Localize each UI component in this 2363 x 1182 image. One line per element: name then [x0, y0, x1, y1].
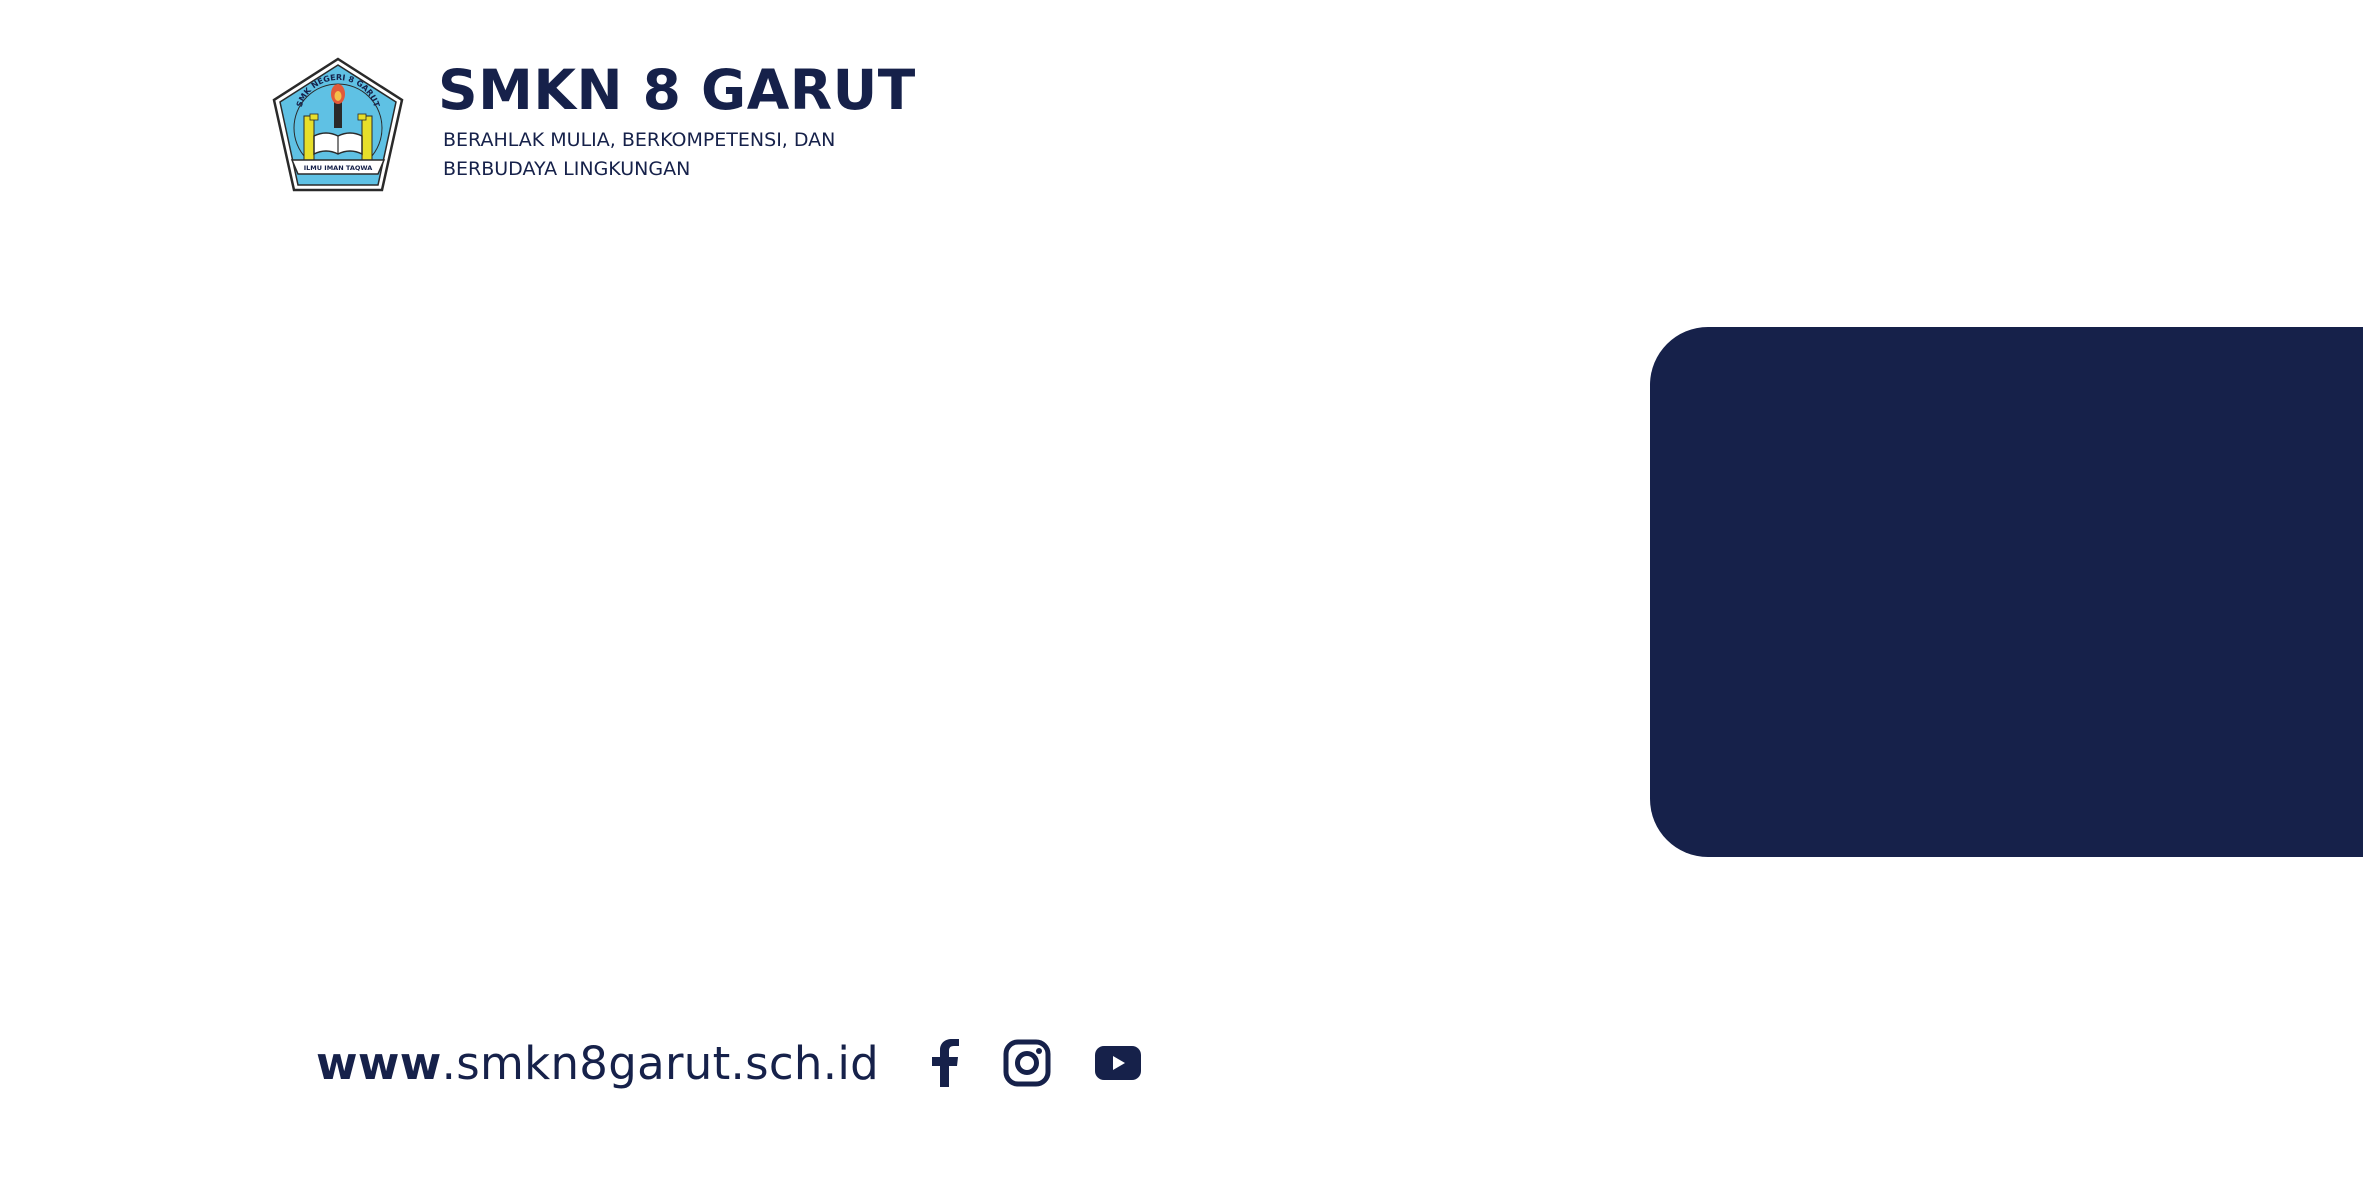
- school-logo-icon: SMK NEGERI 8 GARUT ILMU IMAN TAQWA: [272, 57, 404, 192]
- website-prefix: www: [316, 1036, 442, 1090]
- brand-block: SMKN 8 GARUT BERAHLAK MULIA, BERKOMPETEN…: [438, 57, 916, 184]
- brand-tagline: BERAHLAK MULIA, BERKOMPETENSI, DAN BERBU…: [443, 128, 836, 180]
- header: SMK NEGERI 8 GARUT ILMU IMAN TAQWA SMKN …: [270, 56, 916, 196]
- facebook-icon[interactable]: [931, 1039, 960, 1087]
- brand-title: SMKN 8 GARUT: [438, 57, 916, 122]
- website-domain: .smkn8garut.sch.id: [441, 1036, 880, 1090]
- social-icons: [931, 1039, 1142, 1087]
- footer: www.smkn8garut.sch.id: [316, 1030, 1142, 1096]
- youtube-icon[interactable]: [1095, 1046, 1142, 1080]
- instagram-icon[interactable]: [1003, 1039, 1051, 1087]
- website-link[interactable]: www.smkn8garut.sch.id: [316, 1041, 879, 1086]
- svg-text:ILMU IMAN TAQWA: ILMU IMAN TAQWA: [304, 164, 373, 172]
- navy-panel: [1650, 327, 2363, 857]
